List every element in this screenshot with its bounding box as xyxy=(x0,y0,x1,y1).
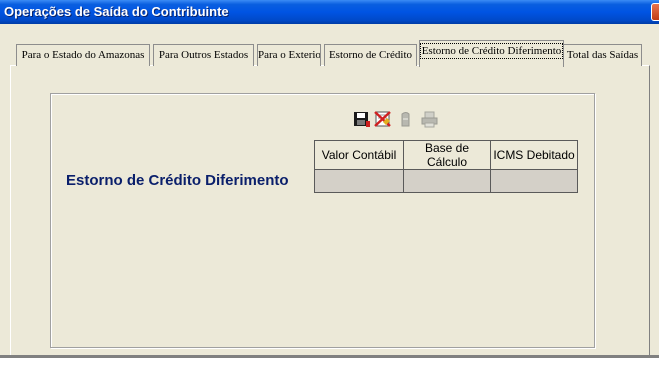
tab-estado-amazonas[interactable]: Para o Estado do Amazonas xyxy=(16,44,150,66)
tab-outros-estados[interactable]: Para Outros Estados xyxy=(153,44,254,66)
cell-icms-debitado[interactable] xyxy=(490,169,578,193)
delete-icon xyxy=(401,112,410,127)
print-icon xyxy=(421,111,438,128)
column-header-valor-contabil[interactable]: Valor Contábil xyxy=(314,140,404,170)
save-icon xyxy=(354,112,370,127)
save-button[interactable] xyxy=(352,109,372,129)
tab-total-saidas[interactable]: Total das Saídas xyxy=(563,44,642,66)
close-window-button[interactable] xyxy=(651,3,659,21)
cell-valor-contabil[interactable] xyxy=(314,169,404,193)
tab-exterior[interactable]: Para o Exterior xyxy=(257,44,321,66)
window-title: Operações de Saída do Contribuinte xyxy=(4,4,229,19)
estorno-group-box xyxy=(50,93,595,348)
print-button[interactable] xyxy=(419,109,439,129)
tab-estorno-credito[interactable]: Estorno de Crédito xyxy=(324,44,417,66)
table-row[interactable] xyxy=(314,169,578,193)
estorno-grid: Valor Contábil Base de Cálculo ICMS Debi… xyxy=(314,140,578,193)
title-bar: Operações de Saída do Contribuinte xyxy=(0,0,659,24)
main-window: Operações de Saída do Contribuinte Para … xyxy=(0,0,659,358)
cell-base-calculo[interactable] xyxy=(403,169,491,193)
tab-estorno-credito-diferimento[interactable]: Estorno de Crédito Diferimento xyxy=(419,40,564,67)
cancel-icon xyxy=(374,111,391,127)
cancel-button[interactable] xyxy=(373,109,393,129)
status-divider xyxy=(0,355,659,358)
column-header-base-calculo[interactable]: Base de Cálculo xyxy=(403,140,491,170)
delete-button[interactable] xyxy=(396,109,416,129)
section-title: Estorno de Crédito Diferimento xyxy=(66,172,289,189)
column-header-icms-debitado[interactable]: ICMS Debitado xyxy=(490,140,578,170)
